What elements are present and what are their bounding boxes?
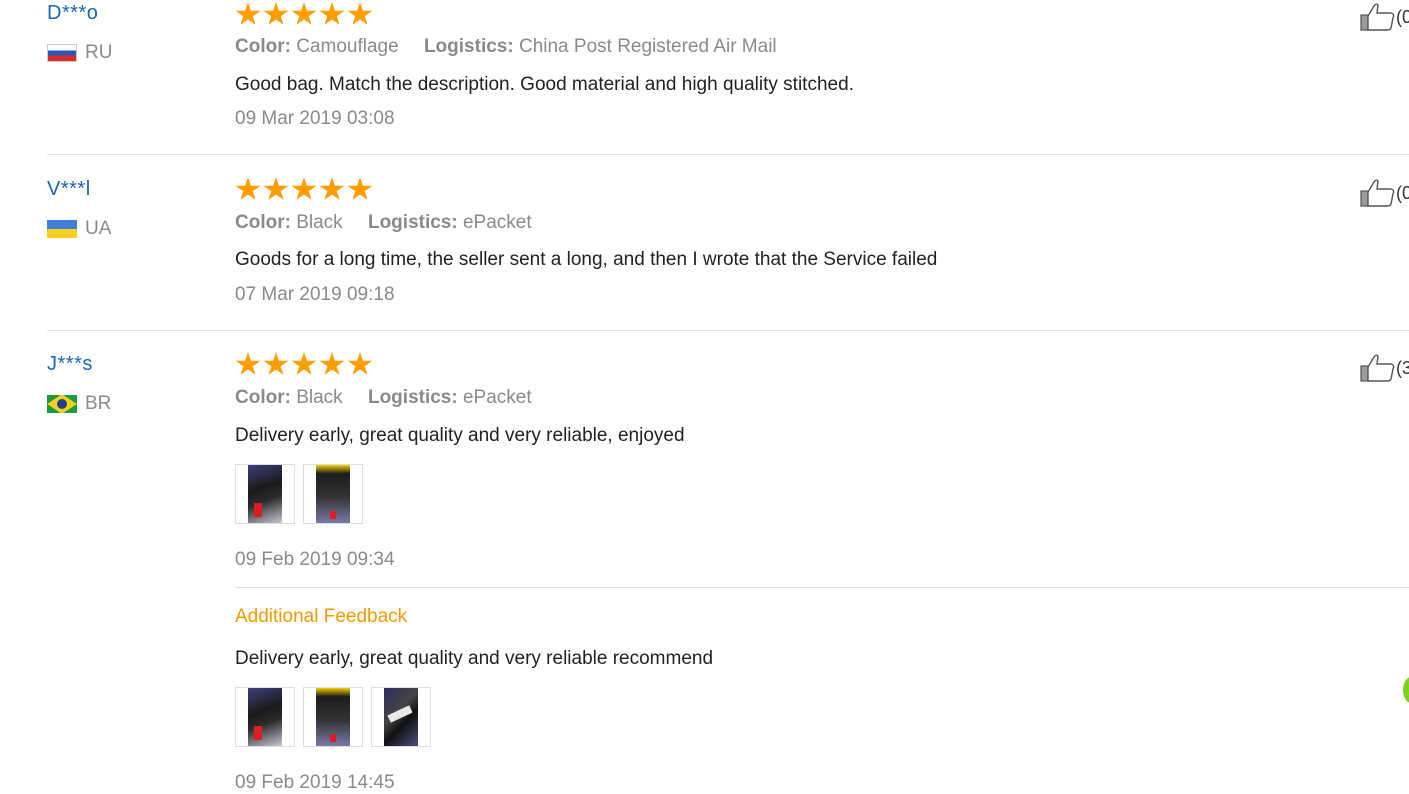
review-text: Good bag. Match the description. Good ma… [235,74,854,95]
star-icon [291,352,317,375]
review-date: 09 Feb 2019 09:34 [235,549,395,570]
like-button[interactable]: (0 [1360,2,1409,32]
logistics-label: Logistics: [423,36,514,57]
logistics-value: ePacket [462,387,532,408]
review-photo-thumbnail[interactable] [235,687,295,747]
star-icon [347,352,373,375]
color-value: Black [296,387,343,408]
review-text: Goods for a long time, the seller sent a… [235,249,938,270]
floating-chat-button[interactable] [1403,677,1409,703]
review-text: Delivery early, great quality and very r… [235,425,685,446]
star-icon [263,352,289,375]
country-code: BR [85,393,112,414]
color-label: Color: [235,36,291,57]
like-count: (0 [1396,182,1409,203]
additional-feedback-photos [235,687,431,747]
review-date: 09 Mar 2019 03:08 [235,108,395,129]
review-date: 07 Mar 2019 09:18 [235,284,395,305]
additional-feedback-title: Additional Feedback [235,606,408,627]
brazil-flag-icon [47,395,77,413]
country-code: RU [85,42,113,63]
logistics-value: ePacket [462,212,532,233]
thumbs-up-icon [1360,179,1395,207]
ukraine-flag-icon [47,220,77,238]
logistics-value: China Post Registered Air Mail [518,36,777,57]
like-button[interactable]: (3 [1360,353,1409,383]
star-icon [319,2,345,25]
review-photo-thumbnail[interactable] [235,464,295,524]
russia-flag-icon [47,44,77,62]
review-photo-thumbnail[interactable] [371,687,431,747]
star-rating [235,177,373,202]
additional-feedback-divider [235,587,1409,588]
thumbs-up-icon [1360,354,1395,382]
reviewer-country: BR [47,393,111,415]
reviewer-name[interactable]: J***s [47,353,93,376]
star-icon [263,177,289,200]
star-icon [263,2,289,25]
color-value: Camouflage [296,36,399,57]
review-attributes: Color: Camouflage Logistics: China Post … [235,36,777,58]
review-photos [235,464,363,524]
country-code: UA [85,218,112,239]
star-icon [319,352,345,375]
color-label: Color: [235,212,291,233]
reviewer-country: RU [47,42,112,64]
star-icon [235,352,261,375]
star-rating [235,352,373,377]
reviewer-country: UA [47,218,111,240]
review-divider [47,154,1409,155]
star-rating [235,2,373,27]
additional-feedback-text: Delivery early, great quality and very r… [235,648,714,669]
like-count: (3 [1396,357,1409,378]
review-divider [47,330,1409,331]
review-photo-thumbnail[interactable] [303,464,363,524]
reviewer-name[interactable]: D***o [47,2,98,25]
review-attributes: Color: Black Logistics: ePacket [235,212,532,234]
thumbs-up-icon [1360,3,1395,31]
star-icon [347,177,373,200]
star-icon [235,2,261,25]
logistics-label: Logistics: [367,387,458,408]
logistics-label: Logistics: [367,212,458,233]
reviewer-name[interactable]: V***l [47,178,91,201]
color-value: Black [296,212,343,233]
like-button[interactable]: (0 [1360,178,1409,208]
star-icon [347,2,373,25]
star-icon [291,2,317,25]
star-icon [319,177,345,200]
star-icon [235,177,261,200]
additional-feedback-date: 09 Feb 2019 14:45 [235,772,395,793]
review-photo-thumbnail[interactable] [303,687,363,747]
star-icon [291,177,317,200]
review-attributes: Color: Black Logistics: ePacket [235,387,532,409]
like-count: (0 [1396,6,1409,27]
color-label: Color: [235,387,291,408]
